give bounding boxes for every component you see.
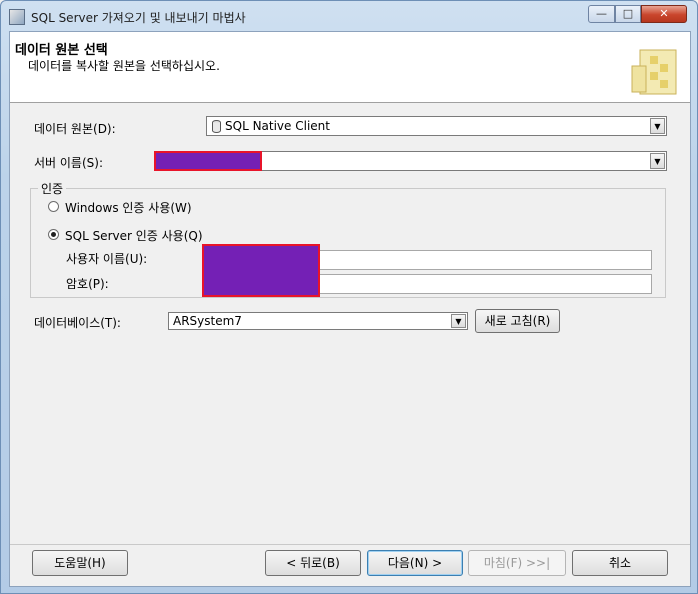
app-icon bbox=[9, 9, 25, 25]
windows-auth-radio[interactable] bbox=[48, 201, 59, 212]
windows-auth-label[interactable]: Windows 인증 사용(W) bbox=[65, 199, 192, 216]
chevron-down-icon[interactable]: ▼ bbox=[451, 314, 466, 328]
next-button[interactable]: 다음(N) > bbox=[367, 550, 463, 576]
chevron-down-icon[interactable]: ▼ bbox=[650, 153, 665, 169]
database-label: 데이터베이스(T): bbox=[34, 316, 121, 330]
username-label: 사용자 이름(U): bbox=[66, 252, 148, 266]
title-bar[interactable]: SQL Server 가져오기 및 내보내기 마법사 — □ ✕ bbox=[1, 1, 698, 31]
minimize-button[interactable]: — bbox=[588, 5, 615, 23]
cancel-button[interactable]: 취소 bbox=[572, 550, 668, 576]
datasource-select[interactable]: SQL Native Client ▼ bbox=[206, 116, 667, 136]
wizard-logo-icon bbox=[631, 49, 677, 95]
chevron-down-icon[interactable]: ▼ bbox=[650, 118, 665, 134]
sql-auth-radio[interactable] bbox=[48, 229, 59, 240]
wizard-window: SQL Server 가져오기 및 내보내기 마법사 — □ ✕ 데이터 원본 … bbox=[0, 0, 698, 594]
footer-divider bbox=[10, 544, 690, 545]
database-icon bbox=[212, 120, 221, 133]
page-title: 데이터 원본 선택 bbox=[15, 43, 108, 58]
datasource-label: 데이터 원본(D): bbox=[34, 122, 116, 136]
database-value: ARSystem7 bbox=[173, 314, 242, 328]
window-title: SQL Server 가져오기 및 내보내기 마법사 bbox=[31, 11, 246, 25]
redaction-block bbox=[154, 151, 262, 171]
password-label: 암호(P): bbox=[66, 277, 109, 291]
page-header: 데이터 원본 선택 데이터를 복사할 원본을 선택하십시오. bbox=[10, 32, 690, 103]
refresh-button[interactable]: 새로 고침(R) bbox=[475, 309, 560, 333]
help-button[interactable]: 도움말(H) bbox=[32, 550, 128, 576]
auth-group-title: 인증 bbox=[38, 180, 67, 197]
database-select[interactable]: ARSystem7 ▼ bbox=[168, 312, 468, 330]
datasource-value: SQL Native Client bbox=[225, 119, 330, 133]
server-label: 서버 이름(S): bbox=[34, 156, 103, 170]
wizard-body: 데이터 원본 선택 데이터를 복사할 원본을 선택하십시오. 데이터 원본(D)… bbox=[9, 31, 691, 587]
finish-button[interactable]: 마침(F) >>| bbox=[468, 550, 566, 576]
back-button[interactable]: < 뒤로(B) bbox=[265, 550, 361, 576]
maximize-button[interactable]: □ bbox=[615, 5, 641, 23]
close-button[interactable]: ✕ bbox=[641, 5, 687, 23]
sql-auth-label[interactable]: SQL Server 인증 사용(Q) bbox=[65, 227, 203, 244]
page-subtitle: 데이터를 복사할 원본을 선택하십시오. bbox=[28, 59, 220, 73]
redaction-block bbox=[202, 244, 320, 297]
